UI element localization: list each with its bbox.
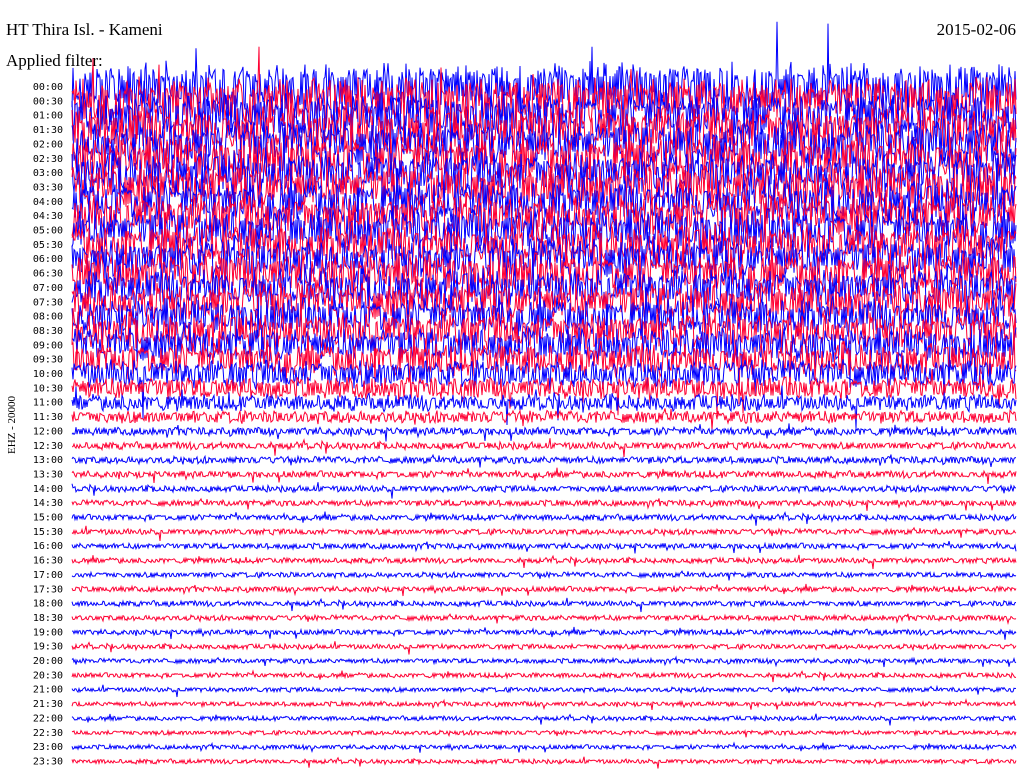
trace-1130 [71, 408, 1017, 430]
tick-label: 19:00 [33, 627, 63, 638]
tick-label: 09:00 [33, 340, 63, 351]
tick-label: 00:30 [33, 96, 63, 107]
channel-label: EHZ - 20000 [6, 395, 18, 455]
tick-label: 18:00 [33, 599, 63, 610]
tick-label: 08:30 [33, 326, 63, 337]
trace-1830 [71, 613, 1017, 625]
tick-label: 08:00 [33, 312, 63, 323]
tick-label: 03:00 [33, 168, 63, 179]
tick-label: 11:00 [33, 398, 63, 409]
trace-1800 [71, 597, 1017, 613]
trace-2330 [71, 756, 1017, 769]
tick-label: 02:30 [33, 154, 63, 165]
tick-label: 22:30 [33, 728, 63, 739]
tick-label: 01:30 [33, 125, 63, 136]
tick-label: 15:00 [33, 513, 63, 524]
tick-label: 06:00 [33, 254, 63, 265]
tick-label: 13:30 [33, 469, 63, 480]
tick-label: 19:30 [33, 642, 63, 653]
tick-label: 21:00 [33, 685, 63, 696]
tick-label: 23:30 [33, 756, 63, 767]
tick-label: 12:00 [33, 426, 63, 437]
trace-2000 [71, 655, 1017, 668]
trace-2230 [71, 728, 1017, 738]
tick-label: 21:30 [33, 699, 63, 710]
tick-label: 10:00 [33, 369, 63, 380]
tick-label: 00:00 [33, 82, 63, 93]
tick-label: 10:30 [33, 383, 63, 394]
tick-label: 09:30 [33, 355, 63, 366]
tick-label: 07:00 [33, 283, 63, 294]
tick-label: 03:30 [33, 182, 63, 193]
trace-1630 [71, 554, 1017, 570]
trace-1730 [71, 583, 1017, 597]
tick-label: 15:30 [33, 527, 63, 538]
station-title: HT Thira Isl. - Kameni [6, 20, 163, 39]
trace-2130 [71, 698, 1017, 711]
tick-label: 20:00 [33, 656, 63, 667]
trace-1600 [71, 540, 1017, 554]
tick-label: 22:00 [33, 713, 63, 724]
tick-label: 13:00 [33, 455, 63, 466]
trace-1330 [71, 467, 1017, 484]
filter-label: Applied filter: [6, 51, 103, 70]
tick-label: 12:30 [33, 441, 63, 452]
trace-2200 [71, 713, 1017, 726]
trace-1500 [71, 511, 1017, 526]
trace-1900 [72, 626, 1017, 640]
tick-label: 20:30 [33, 670, 63, 681]
trace-0100 [71, 71, 1017, 172]
tick-label: 16:30 [33, 556, 63, 567]
tick-label: 17:30 [33, 584, 63, 595]
trace-1530 [71, 525, 1017, 541]
tick-label: 14:30 [33, 498, 63, 509]
tick-label: 04:00 [33, 197, 63, 208]
time-tick-labels: 00:00 00:30 01:00 01:30 02:00 02:30 03:00 03:30… [33, 82, 63, 767]
tick-label: 05:30 [33, 240, 63, 251]
tick-label: 02:00 [33, 139, 63, 150]
trace-1230 [71, 438, 1017, 458]
tick-label: 01:00 [33, 111, 63, 122]
date-label: 2015-02-06 [936, 20, 1016, 39]
tick-label: 06:30 [33, 269, 63, 280]
trace-1430 [71, 497, 1017, 511]
helicorder-plot: 00:00 00:30 01:00 01:30 02:00 02:30 03:00 03:30… [33, 21, 1017, 769]
tick-label: 18:30 [33, 613, 63, 624]
tick-label: 05:00 [33, 226, 63, 237]
tick-label: 23:00 [33, 742, 63, 753]
trace-1300 [71, 453, 1017, 468]
trace-1700 [71, 570, 1017, 581]
trace-2030 [71, 669, 1017, 683]
trace-1930 [71, 641, 1017, 655]
trace-1200 [71, 423, 1017, 442]
tick-label: 04:30 [33, 211, 63, 222]
trace-2100 [71, 684, 1017, 698]
tick-label: 16:00 [33, 541, 63, 552]
trace-2300 [71, 741, 1017, 753]
tick-label: 07:30 [33, 297, 63, 308]
tick-label: 11:30 [33, 412, 63, 423]
seismic-traces [71, 21, 1017, 769]
trace-1400 [71, 482, 1016, 499]
tick-label: 14:00 [33, 484, 63, 495]
tick-label: 17:00 [33, 570, 63, 581]
